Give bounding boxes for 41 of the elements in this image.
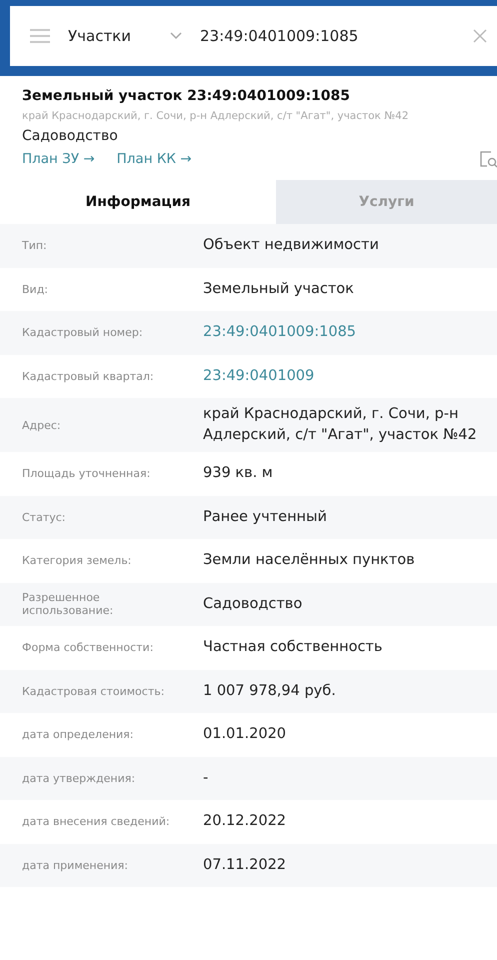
- field-value: 07.11.2022: [203, 856, 288, 875]
- field-label: дата применения:: [22, 858, 130, 872]
- field-label: Кадастровый квартал:: [22, 370, 155, 383]
- field-value: 939 кв. м: [203, 464, 274, 484]
- plan-link[interactable]: План КК →: [116, 151, 192, 167]
- field-label: Категория земель:: [22, 554, 132, 568]
- field-value: 1 007 978,94 руб.: [203, 682, 337, 701]
- field-value: Частная собственность: [203, 638, 384, 658]
- field-label: Тип:: [22, 239, 48, 252]
- menu-icon[interactable]: [30, 29, 50, 43]
- category-select[interactable]: Участки: [60, 27, 190, 45]
- close-icon[interactable]: [473, 29, 487, 43]
- field-value: Земли населённых пунктов: [203, 551, 416, 570]
- field-link[interactable]: 23:49:0401009:1085: [203, 322, 497, 344]
- field-label: Разрешенное использование:: [22, 591, 114, 618]
- plan-link[interactable]: План ЗУ →: [22, 151, 95, 167]
- field-value: Ранее учтенный: [203, 508, 328, 527]
- field-value: 01.01.2020: [203, 725, 288, 744]
- field-value: 20.12.2022: [203, 812, 288, 832]
- chevron-down-icon: [170, 32, 182, 40]
- field-label: дата внесения сведений:: [22, 815, 171, 828]
- field-label: Статус:: [22, 510, 67, 524]
- field-label: Форма собственности:: [22, 641, 154, 654]
- field-value: -: [203, 768, 210, 788]
- object-address: край Краснодарский, г. Сочи, р-н Адлерский, с/т "Агат", участок №42: [22, 110, 410, 122]
- field-label: Адрес:: [22, 418, 62, 432]
- field-label: дата утверждения:: [22, 772, 136, 785]
- field-label: Вид:: [22, 282, 50, 296]
- field-label: Площадь уточненная:: [22, 467, 152, 480]
- field-value: Объект недвижимости: [203, 236, 380, 256]
- object-title: Земельный участок 23:49:0401009:1085: [22, 88, 352, 104]
- field-value: Садоводство: [203, 594, 304, 614]
- field-label: дата определения:: [22, 728, 134, 742]
- field-value: край Краснодарский, г. Сочи, р-н Адлерский, с/т "Агат", участок №42: [203, 405, 478, 446]
- map-search-icon[interactable]: [479, 150, 497, 168]
- field-label: Кадастровая стоимость:: [22, 684, 166, 698]
- field-label: Кадастровый номер:: [22, 326, 144, 340]
- object-use: Садоводство: [22, 128, 119, 144]
- tab[interactable]: Услуги: [276, 180, 497, 224]
- field-value: Земельный участок: [203, 280, 355, 299]
- field-link[interactable]: 23:49:0401009: [203, 366, 497, 387]
